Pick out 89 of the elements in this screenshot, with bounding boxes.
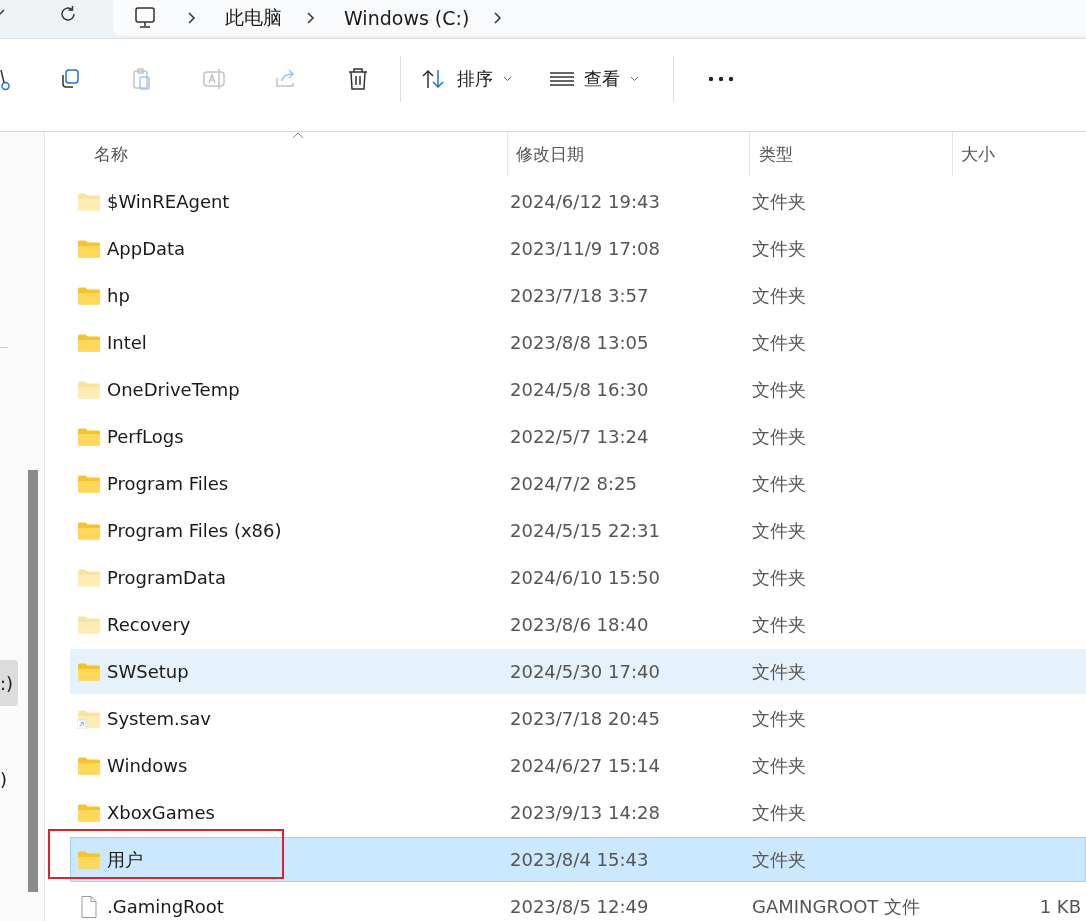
file-row[interactable]: ProgramData 2024/6/10 15:50 文件夹 <box>70 555 1086 600</box>
address-bar[interactable]: 此电脑 Windows (C:) <box>113 0 1086 36</box>
modified-date: 2024/5/15 22:31 <box>510 520 660 541</box>
file-row[interactable]: OneDriveTemp 2024/5/8 16:30 文件夹 <box>70 367 1086 412</box>
file-row[interactable]: XboxGames 2023/9/13 14:28 文件夹 <box>70 790 1086 835</box>
file-type: 文件夹 <box>752 330 806 355</box>
file-name: Recovery <box>107 614 191 635</box>
column-header[interactable]: 大小 <box>953 132 1086 176</box>
chevron-icon[interactable] <box>187 11 197 25</box>
file-name: .GamingRoot <box>107 896 224 917</box>
file-type: 文件夹 <box>752 800 806 825</box>
file-type: GAMINGROOT 文件 <box>752 894 921 919</box>
file-name: 用户 <box>107 847 143 872</box>
modified-date: 2024/6/12 19:43 <box>510 191 660 212</box>
file-row[interactable]: Intel 2023/8/8 13:05 文件夹 <box>70 320 1086 365</box>
file-type: 文件夹 <box>752 283 806 308</box>
column-header[interactable]: 修改日期 <box>508 132 750 176</box>
file-name: System.sav <box>107 708 211 729</box>
caret-icon <box>503 76 512 82</box>
file-type: 文件夹 <box>752 518 806 543</box>
file-row[interactable]: Program Files 2024/7/2 8:25 文件夹 <box>70 461 1086 506</box>
file-name: Intel <box>107 332 147 353</box>
modified-date: 2023/8/8 13:05 <box>510 332 649 353</box>
refresh-icon[interactable] <box>58 4 78 24</box>
file-name: AppData <box>107 238 186 259</box>
caret-icon <box>630 76 639 82</box>
file-size: 1 KB <box>1039 896 1081 917</box>
file-row[interactable]: .GamingRoot 2023/8/5 12:49 GAMINGROOT 文件 1 KB <box>70 884 1086 921</box>
file-row[interactable]: SWSetup 2024/5/30 17:40 文件夹 <box>70 649 1086 694</box>
modified-date: 2024/6/10 15:50 <box>510 567 660 588</box>
file-row[interactable]: Program Files (x86) 2024/5/15 22:31 文件夹 <box>70 508 1086 553</box>
file-row[interactable]: Windows 2024/6/27 15:14 文件夹 <box>70 743 1086 788</box>
file-type: 文件夹 <box>752 659 806 684</box>
modified-date: 2023/9/13 14:28 <box>510 802 660 823</box>
modified-date: 2023/8/5 12:49 <box>510 896 649 917</box>
modified-date: 2023/7/18 3:57 <box>510 285 649 306</box>
file-row[interactable]: Recovery 2023/8/6 18:40 文件夹 <box>70 602 1086 647</box>
file-name: Program Files (x86) <box>107 520 282 541</box>
file-row[interactable]: System.sav 2023/7/18 20:45 文件夹 <box>70 696 1086 741</box>
file-type: 文件夹 <box>752 612 806 637</box>
file-name: ProgramData <box>107 567 226 588</box>
file-name: OneDriveTemp <box>107 379 240 400</box>
file-name: XboxGames <box>107 802 215 823</box>
scrollbar[interactable] <box>28 470 38 892</box>
file-row[interactable]: 用户 2023/8/4 15:43 文件夹 <box>70 837 1086 882</box>
sort-icon <box>421 68 447 90</box>
file-type: 文件夹 <box>752 424 806 449</box>
modified-date: 2023/8/4 15:43 <box>510 849 649 870</box>
file-row[interactable]: AppData 2023/11/9 17:08 文件夹 <box>70 226 1086 271</box>
view-button[interactable]: 查看 <box>540 59 649 99</box>
modified-date: 2024/5/30 17:40 <box>510 661 660 682</box>
file-name: PerfLogs <box>107 426 184 447</box>
breadcrumb[interactable]: Windows (C:) <box>344 7 470 29</box>
file-name: $WinREAgent <box>107 191 230 212</box>
file-type: 文件夹 <box>752 753 806 778</box>
sidebar-item[interactable]: :) <box>0 660 19 706</box>
modified-date: 2024/7/2 8:25 <box>510 473 637 494</box>
column-header[interactable]: 类型 <box>750 132 953 176</box>
chevron-icon[interactable] <box>306 11 316 25</box>
modified-date: 2022/5/7 13:24 <box>510 426 649 447</box>
file-name: Program Files <box>107 473 229 494</box>
more-icon <box>708 76 734 82</box>
computer-icon <box>133 6 157 30</box>
column-header[interactable]: 名称 <box>72 132 508 176</box>
file-type: 文件夹 <box>752 377 806 402</box>
file-type: 文件夹 <box>752 189 806 214</box>
file-name: hp <box>107 285 130 306</box>
file-row[interactable]: PerfLogs 2022/5/7 13:24 文件夹 <box>70 414 1086 459</box>
rename-icon <box>201 66 227 92</box>
modified-date: 2024/5/8 16:30 <box>510 379 649 400</box>
file-type: 文件夹 <box>752 706 806 731</box>
file-name: Windows <box>107 755 188 776</box>
breadcrumb[interactable]: 此电脑 <box>225 5 282 31</box>
file-type: 文件夹 <box>752 471 806 496</box>
sort-indicator-icon <box>292 132 304 139</box>
file-type: 文件夹 <box>752 847 806 872</box>
modified-date: 2023/11/9 17:08 <box>510 238 660 259</box>
sort-button[interactable]: 排序 <box>411 59 522 99</box>
file-type: 文件夹 <box>752 565 806 590</box>
file-name: SWSetup <box>107 661 189 682</box>
modified-date: 2023/7/18 20:45 <box>510 708 660 729</box>
file-row[interactable]: $WinREAgent 2024/6/12 19:43 文件夹 <box>70 179 1086 224</box>
file-row[interactable]: hp 2023/7/18 3:57 文件夹 <box>70 273 1086 318</box>
sidebar-item[interactable]: ) <box>0 756 19 802</box>
file-type: 文件夹 <box>752 236 806 261</box>
list-icon <box>550 71 574 87</box>
modified-date: 2023/8/6 18:40 <box>510 614 649 635</box>
chevron-icon[interactable] <box>493 11 504 25</box>
modified-date: 2024/6/27 15:14 <box>510 755 660 776</box>
